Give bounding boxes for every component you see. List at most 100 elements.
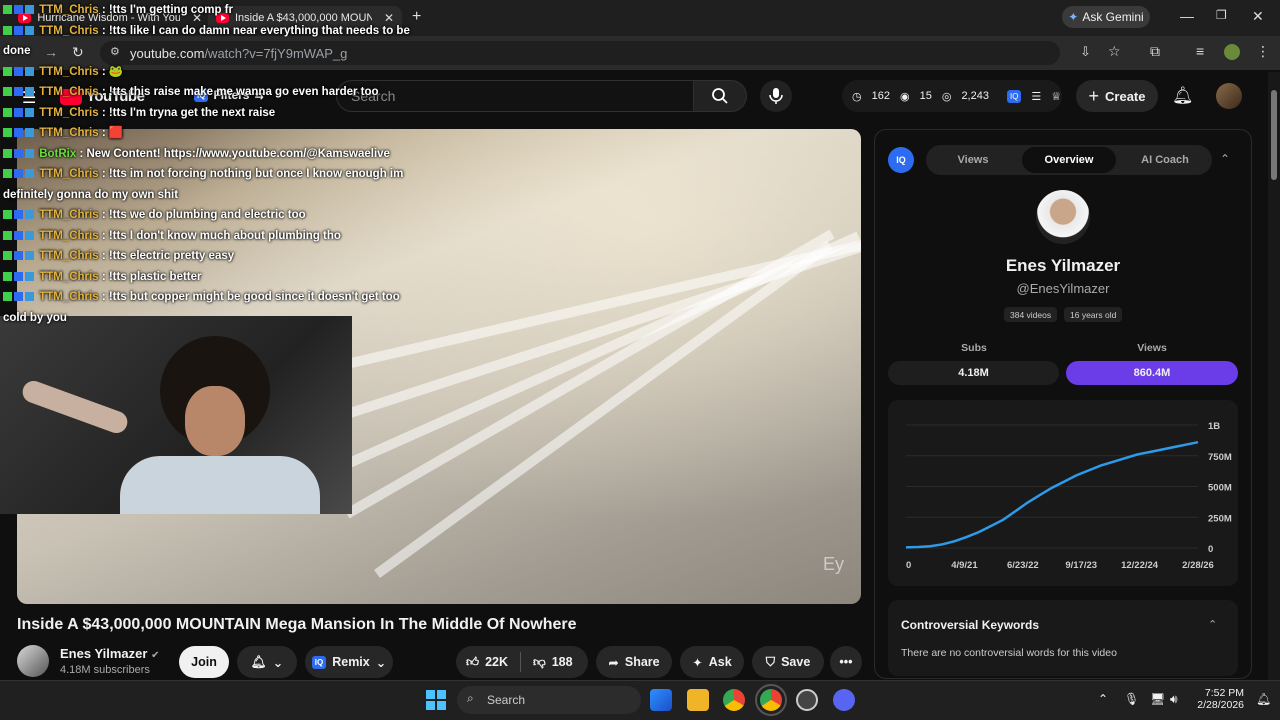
gemini-sparkle-icon: ✦ [1068, 10, 1079, 24]
chat-text: : 🟥 [101, 127, 124, 139]
browser-menu-icon[interactable]: ⋮ [1256, 43, 1270, 60]
chart-x-tick-label: 2/28/26 [1182, 560, 1214, 571]
clock-date: 2/28/2026 [1197, 699, 1244, 711]
remix-button[interactable]: IQ Remix ⌄ [305, 646, 393, 678]
more-dots-icon: ••• [839, 655, 853, 669]
views-growth-chart: 0 250M 500M 750M 1B 0 4/9/21 6/23/22 9/17/23 12/2… [888, 400, 1238, 586]
chrome-active-icon[interactable] [755, 684, 787, 716]
more-actions-button[interactable]: ••• [830, 646, 862, 678]
chat-message: TTM_Chris : !tts we do plumbing and elec… [0, 205, 420, 226]
clock-icon: ◷ [852, 90, 862, 103]
panel-channel-name: Enes Yilmazer [1005, 256, 1121, 275]
bookmark-star-icon[interactable]: ☆ [1108, 43, 1121, 60]
chart-y-tick-label: 500M [1208, 483, 1232, 494]
chat-message: TTM_Chris : 🐸 [0, 62, 420, 83]
join-button[interactable]: Join [179, 646, 229, 678]
ask-button[interactable]: ✦ Ask [680, 646, 744, 678]
taskbar-search[interactable]: ⌕ Search [457, 686, 641, 714]
page-scrollbar[interactable] [1268, 72, 1280, 680]
scrollbar-thumb[interactable] [1271, 90, 1277, 180]
chat-text: : !tts electric pretty easy [101, 250, 235, 262]
verified-icon: ✔ [151, 650, 160, 661]
gemini-label: Ask Gemini [1082, 10, 1144, 24]
eye-icon: ◉ [899, 90, 910, 103]
chat-badges-icon [3, 250, 36, 262]
volume-icon[interactable]: 🔊︎ [1170, 692, 1178, 707]
dislike-count: 188 [551, 655, 573, 669]
chat-badges-icon [3, 86, 36, 98]
chart-x-tick-label: 0 [906, 560, 911, 571]
chat-username: TTM_Chris [39, 250, 99, 262]
account-avatar[interactable] [1216, 83, 1242, 109]
chat-text: : !tts plastic better [101, 270, 202, 283]
subs-toggle-button[interactable]: 4.18M [888, 361, 1059, 385]
notification-center-icon[interactable]: 🔔︎ [1256, 692, 1271, 706]
extensions-icon[interactable]: ⧉ [1150, 43, 1160, 60]
create-button[interactable]: + Create [1076, 80, 1158, 112]
windows-start-icon[interactable] [426, 690, 446, 710]
stream-chat-overlay: TTM_Chris : !tts I'm getting comp fr TTM… [0, 0, 420, 324]
voice-search-button[interactable] [760, 80, 792, 112]
notification-subscribe-button[interactable]: 🔔︎ ⌄ [237, 646, 297, 678]
chat-message: TTM_Chris : !tts this raise make me wann… [0, 82, 420, 103]
discord-icon[interactable] [833, 689, 855, 711]
tray-chevron-icon[interactable]: ⌃ [1098, 692, 1108, 706]
chat-message: TTM_Chris : !tts im not forcing nothing … [0, 164, 420, 205]
chart-y-tick-label: 0 [1208, 544, 1213, 555]
file-explorer-icon[interactable] [687, 689, 709, 711]
iq-icon: IQ [311, 655, 327, 669]
chat-badges-icon [3, 66, 36, 78]
chat-text: : !tts I'm tryna get the next raise [101, 106, 276, 119]
channel-profile-avatar [1036, 190, 1090, 244]
views-toggle-button[interactable]: 860.4M [1066, 361, 1238, 385]
keywords-title: Controversial Keywords [901, 618, 1040, 632]
obs-icon[interactable] [796, 689, 818, 711]
minimize-icon[interactable]: — [1180, 8, 1194, 24]
window-close-icon[interactable]: ✕ [1252, 8, 1264, 25]
store-app-icon[interactable] [650, 689, 672, 711]
chat-message: TTM_Chris : !tts plastic better [0, 267, 420, 288]
chevron-down-icon: ⌄ [272, 655, 284, 670]
save-button[interactable]: ⛉ Save [752, 646, 824, 678]
iq-icon[interactable]: IQ [1006, 89, 1022, 103]
microphone-tray-icon[interactable]: 🎙︎ [1124, 692, 1139, 706]
chat-badges-icon [3, 209, 36, 221]
channel-age-badge: 16 years old [1064, 307, 1123, 322]
video-title: Inside A $43,000,000 MOUNTAIN Mega Mansi… [17, 616, 577, 633]
ask-gemini-button[interactable]: ✦ Ask Gemini [1062, 6, 1150, 28]
chrome-icon[interactable] [723, 689, 745, 711]
chat-badges-icon [3, 25, 36, 37]
thumbs-down-icon: 👎︎ [533, 654, 546, 669]
chat-message: TTM_Chris : !tts I don't know much about… [0, 226, 420, 247]
chart-x-tick-label: 9/17/23 [1065, 560, 1097, 571]
tab-views[interactable]: Views [926, 145, 1020, 175]
maximize-icon[interactable]: ❐ [1216, 8, 1227, 22]
system-clock[interactable]: 7:52 PM 2/28/2026 [1196, 687, 1244, 711]
notifications-bell-icon[interactable]: 🔔︎ [1172, 86, 1194, 106]
create-label: Create [1105, 88, 1146, 104]
chart-svg: 0 250M 500M 750M 1B 0 4/9/21 6/23/22 9/17/23 12/2… [905, 421, 1232, 571]
collapse-chevron-icon[interactable]: ⌃ [1220, 152, 1230, 166]
chat-username: TTM_Chris [39, 106, 99, 119]
extension-stats-bar[interactable]: ◷ 162 ◉ 15 ◎ 2,243 IQ ☰ ♕ [842, 80, 1062, 112]
plus-icon: + [1088, 85, 1100, 106]
channel-avatar[interactable] [17, 645, 49, 677]
profile-avatar[interactable] [1224, 44, 1240, 60]
dislike-button[interactable]: 👎︎ 188 [533, 655, 573, 670]
media-queue-icon[interactable]: ≡ [1196, 43, 1204, 59]
network-icon[interactable]: 🖥︎ [1150, 692, 1165, 706]
tab-overview[interactable]: Overview [1022, 147, 1116, 173]
install-app-icon[interactable]: ⇩ [1080, 44, 1091, 60]
chart-x-tick-label: 6/23/22 [1007, 560, 1039, 571]
like-button[interactable]: 👍︎ 22K [466, 655, 508, 670]
expand-chevron-icon[interactable]: ⌃ [1208, 618, 1217, 631]
remix-label: Remix [332, 655, 370, 669]
share-button[interactable]: ➦ Share [596, 646, 672, 678]
list-icon[interactable]: ☰ [1031, 90, 1041, 103]
channel-name[interactable]: Enes Yilmazer ✔ [60, 646, 159, 661]
views-label: Views [1137, 342, 1167, 354]
iq-logo-icon: IQ [888, 147, 914, 173]
tab-ai-coach[interactable]: AI Coach [1118, 145, 1212, 175]
search-button[interactable] [693, 80, 747, 112]
trophy-icon[interactable]: ♕ [1051, 90, 1061, 103]
